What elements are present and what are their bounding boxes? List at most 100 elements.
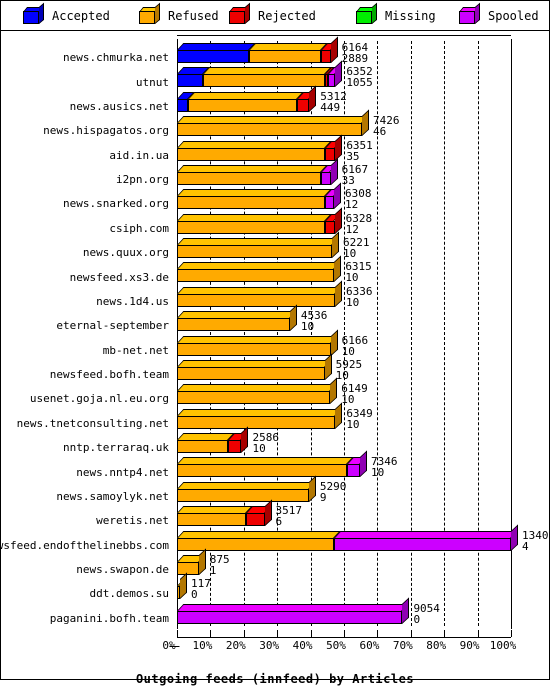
- y-axis-label: news.samoylyk.net: [56, 489, 169, 503]
- bar-segment-top-refused: [177, 116, 369, 124]
- bar-row: 6166 10: [177, 328, 511, 357]
- bar-secondary-value: 12: [344, 198, 359, 212]
- bar-value-label: 6336 10: [346, 286, 373, 308]
- plot-area: news.chmurka.net utnut news.ausics.net news…: [0, 31, 550, 686]
- bar-side-face: [334, 280, 342, 307]
- cube-icon: [229, 2, 251, 24]
- bar-segment-top-refused: [177, 238, 339, 245]
- bar-secondary-value: 0: [413, 612, 421, 626]
- bar-segment-spooled: [324, 196, 334, 210]
- bar-side-face: [308, 475, 316, 502]
- bar-segment-refused: [203, 74, 326, 88]
- bar-segment-refused: [177, 342, 331, 356]
- bar-row: 6328 12: [177, 207, 511, 235]
- bar-side-face: [402, 597, 410, 624]
- bar-segment-rejected: [325, 147, 336, 161]
- legend-item-missing: Missing: [356, 2, 436, 24]
- bar-total-value: 6349: [346, 406, 373, 420]
- bar-segment-spooled: [321, 171, 331, 185]
- bar-value-label: 4536 10: [301, 310, 328, 332]
- bar-value-label: 6221 10: [343, 237, 370, 259]
- bar-value-label: 7346 10: [371, 456, 398, 478]
- bar-value-label: 6149 10: [341, 383, 368, 405]
- bar-row: 6349 10: [177, 402, 511, 430]
- x-axis-tick-label: 30%: [259, 639, 280, 652]
- bar-row: 6336 10: [177, 280, 511, 308]
- y-axis-label: news.tnetconsulting.net: [16, 416, 169, 430]
- bar-row: 6315 10: [177, 255, 511, 283]
- bar-segment-top-refused: [177, 481, 316, 489]
- bar-side-face: [180, 572, 187, 600]
- bar-secondary-value: 46: [373, 125, 387, 139]
- bar-segment-rejected: [325, 220, 335, 234]
- x-axis-tick-label: 90%: [459, 639, 480, 652]
- bar-row: 6352 1055: [177, 60, 511, 88]
- bar-value-label: 9054 0: [413, 603, 440, 625]
- y-axis-label: paganini.bofh.team: [49, 611, 169, 625]
- bar-row: 6351 35: [177, 133, 511, 162]
- x-axis-tick: [210, 630, 212, 637]
- bar-segment-top-refused: [177, 164, 328, 172]
- bar-segment-top-spooled: [333, 530, 518, 538]
- x-axis-tick-label: 40%: [292, 639, 313, 652]
- bar-side-face: [360, 450, 368, 478]
- bar-side-face: [241, 426, 249, 453]
- y-axis-label: aid.in.ua: [109, 148, 169, 162]
- y-axis-label: i2pn.org: [116, 173, 169, 187]
- bar-row: 3517 6: [177, 499, 511, 527]
- x-axis-tick: [511, 630, 512, 637]
- legend-label: Spooled: [488, 8, 539, 23]
- bar-side-face: [335, 133, 343, 161]
- x-axis-tick: [310, 630, 312, 637]
- x-axis-title: Outgoing feeds (innfeed) by Articles: [135, 672, 415, 686]
- x-axis: 0% 10% 20% 30% 40% 50% 60% 70% 80% 90% 100%: [1, 628, 549, 654]
- bar-row: 5312 449: [177, 85, 511, 113]
- bar-segment-refused: [177, 269, 335, 283]
- bar-value-label: 5290 9: [320, 481, 347, 503]
- bar-row: 6149 10: [177, 377, 511, 405]
- x-axis-line: [177, 637, 511, 638]
- bar-total-value: 6328: [345, 211, 373, 225]
- bar-segment-refused: [177, 220, 326, 234]
- bar-value-label: 6308 12: [345, 188, 372, 210]
- bar-row: 134084: [177, 523, 550, 552]
- bar-segment-accepted: [177, 74, 204, 88]
- bar-secondary-value: 10: [341, 344, 355, 358]
- x-axis-tick-label: 80%: [426, 639, 447, 652]
- bar-value-label: 6315 10: [345, 261, 372, 283]
- bar-segment-refused: [188, 98, 297, 112]
- bar-segment-top-spooled: [177, 603, 409, 611]
- bar-segment-refused: [177, 171, 322, 185]
- bar-side-face: [511, 523, 518, 551]
- bar-secondary-value: 1055: [346, 76, 373, 90]
- bar-side-face: [335, 60, 343, 88]
- bar-secondary-value: 1: [209, 563, 217, 577]
- cube-icon: [139, 2, 161, 24]
- bar-segment-top-refused: [177, 433, 235, 440]
- bar-segment-top-accepted: [177, 43, 256, 50]
- legend-label: Missing: [385, 8, 436, 23]
- bar-side-face: [335, 402, 343, 429]
- bar-segment-spooled: [347, 464, 361, 478]
- x-axis-tick-label: 60%: [359, 639, 380, 652]
- y-axis-label: news.chmurka.net: [63, 51, 169, 65]
- bar-row: 875 1: [177, 548, 511, 576]
- x-axis-tick: [177, 630, 178, 637]
- y-axis-label: eternal-september: [56, 319, 169, 333]
- legend-item-spooled: Spooled: [459, 2, 539, 24]
- chart-legend: Accepted Refused Rejected Missing Spooled: [1, 1, 549, 31]
- x-axis-tick: [344, 630, 345, 637]
- bar-segment-top-refused: [177, 384, 337, 392]
- plot-back-edge: [177, 35, 511, 36]
- bar-total-value: 6351: [346, 138, 373, 152]
- bar-segment-top-refused: [177, 408, 342, 416]
- bar-row: 5925 10: [177, 353, 511, 381]
- bar-segment-top-refused: [177, 286, 342, 294]
- x-axis-tick: [243, 630, 245, 637]
- y-axis-label: news.1d4.us: [96, 294, 169, 308]
- y-axis-label: csiph.com: [109, 221, 169, 235]
- bar-segment-rejected: [296, 98, 310, 112]
- bar-row: 7346 10: [177, 450, 511, 478]
- bar-segment-refused: [248, 50, 321, 63]
- bar-value-label: 5312 449: [320, 91, 347, 113]
